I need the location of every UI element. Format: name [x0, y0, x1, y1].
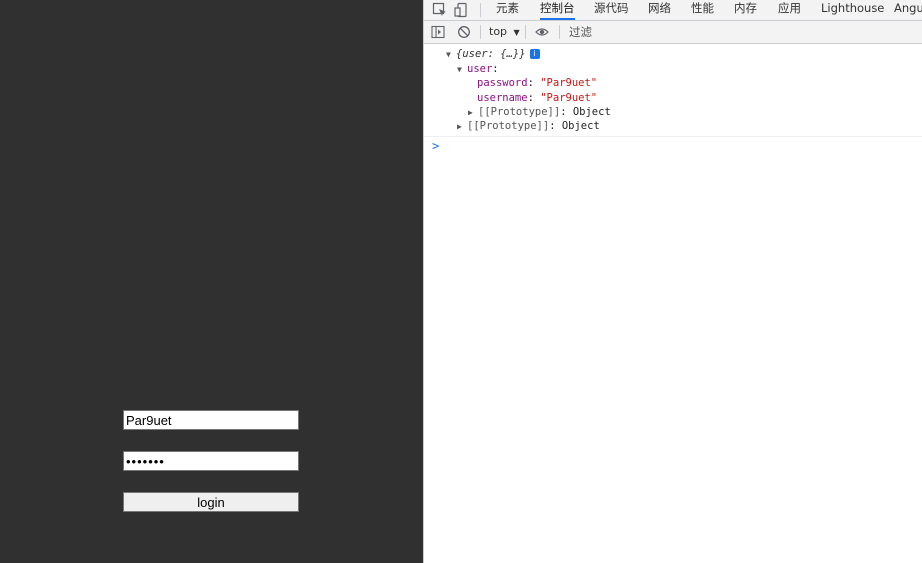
username-input[interactable]	[123, 410, 299, 430]
tab-performance[interactable]: 性能	[691, 0, 714, 20]
clear-console-icon[interactable]	[457, 25, 471, 39]
prototype-value: Object	[572, 106, 611, 118]
context-label: top	[489, 25, 508, 38]
tab-console[interactable]: 控制台	[540, 0, 575, 20]
collapsed-triangle-icon[interactable]: ▶	[457, 120, 467, 134]
inspect-element-icon[interactable]	[432, 2, 448, 18]
info-icon[interactable]: i	[529, 49, 540, 59]
console-prompt[interactable]: >	[432, 139, 439, 153]
user-row[interactable]: ▼ user:	[457, 62, 499, 76]
tab-network[interactable]: 网络	[648, 0, 671, 20]
devtools-panel: 元素 控制台 源代码 网络 性能 内存 应用 Lighthouse Angu t…	[424, 0, 922, 563]
toolbar-separator	[525, 25, 526, 39]
device-toolbar-icon[interactable]	[454, 2, 470, 18]
collapsed-triangle-icon[interactable]: ▶	[468, 106, 478, 120]
expanded-triangle-icon[interactable]: ▼	[457, 63, 467, 77]
app-viewport: login	[0, 0, 423, 563]
sidebar-toggle-icon[interactable]	[431, 25, 445, 39]
username-value: "Par9uet"	[540, 92, 598, 104]
password-key: password	[477, 77, 528, 89]
tab-memory[interactable]: 内存	[734, 0, 757, 20]
prototype-value: Object	[561, 120, 600, 132]
expanded-triangle-icon[interactable]: ▼	[446, 48, 456, 62]
filter-input[interactable]: 过滤	[569, 24, 909, 40]
tab-lighthouse[interactable]: Lighthouse	[821, 0, 884, 20]
object-summary-row[interactable]: ▼ {user: {…}} i	[446, 47, 540, 61]
tabbar-separator	[480, 3, 481, 17]
root-prototype-row[interactable]: ▶ [[Prototype]]: Object	[457, 119, 600, 133]
password-value: "Par9uet"	[540, 77, 598, 89]
toolbar-separator	[480, 25, 481, 39]
object-summary: {user: {…}}	[456, 48, 526, 60]
password-row: password: "Par9uet"	[477, 77, 598, 89]
username-key: username	[477, 92, 528, 104]
prototype-label: [[Prototype]]	[467, 120, 550, 132]
tab-elements[interactable]: 元素	[496, 0, 519, 20]
console-message-divider	[424, 136, 922, 137]
eye-icon[interactable]	[535, 25, 549, 39]
login-button[interactable]: login	[123, 492, 299, 512]
user-key: user	[467, 63, 493, 75]
chevron-down-icon: ▼	[513, 28, 520, 37]
devtools-tabbar: 元素 控制台 源代码 网络 性能 内存 应用 Lighthouse Angu	[424, 0, 922, 21]
console-toolbar: top ▼ 过滤	[424, 21, 922, 44]
username-row: username: "Par9uet"	[477, 92, 598, 104]
toolbar-separator	[559, 25, 560, 39]
user-prototype-row[interactable]: ▶ [[Prototype]]: Object	[468, 105, 611, 119]
tab-angular[interactable]: Angu	[894, 0, 922, 20]
prototype-label: [[Prototype]]	[478, 106, 561, 118]
tab-application[interactable]: 应用	[778, 0, 801, 20]
password-input[interactable]	[123, 451, 299, 471]
tab-sources[interactable]: 源代码	[594, 0, 629, 20]
context-selector[interactable]: top ▼	[489, 24, 520, 40]
